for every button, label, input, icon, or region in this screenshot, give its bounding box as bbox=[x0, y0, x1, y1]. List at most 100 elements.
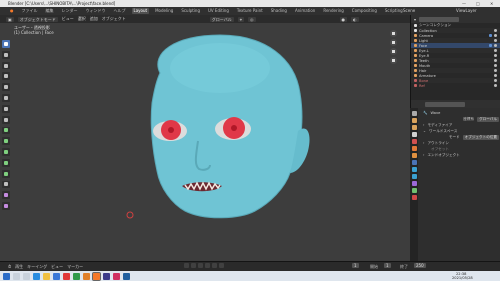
jump-end-icon[interactable] bbox=[219, 263, 224, 268]
transform-tool-icon[interactable] bbox=[2, 94, 10, 102]
editor-type-button[interactable]: ▣ bbox=[6, 16, 14, 22]
grid-view-icon[interactable] bbox=[389, 57, 397, 64]
menu-timeline-view[interactable]: ビュー bbox=[51, 264, 63, 270]
edge-browser-icon[interactable] bbox=[33, 272, 40, 280]
face-model[interactable] bbox=[0, 23, 410, 261]
properties-search-input[interactable] bbox=[425, 101, 465, 107]
tab-animation[interactable]: Animation bbox=[293, 8, 317, 14]
visibility-eye-icon[interactable] bbox=[494, 29, 497, 32]
3d-viewport[interactable]: ユーザー・透視投影 (1) Collection | Face bbox=[0, 23, 410, 261]
tab-compositing[interactable]: Compositing bbox=[350, 8, 379, 14]
file-explorer-icon[interactable] bbox=[43, 272, 50, 280]
shading-solid-icon[interactable]: ● bbox=[339, 16, 348, 22]
tab-shading[interactable]: Shading bbox=[269, 8, 289, 14]
scene-tab-icon[interactable] bbox=[411, 139, 417, 144]
physics-tab-icon[interactable] bbox=[411, 174, 417, 179]
end-frame-field[interactable]: 250 bbox=[414, 263, 426, 268]
timeline-editor-icon[interactable]: ⏱ bbox=[8, 264, 11, 269]
tab-modeling[interactable]: Modeling bbox=[153, 8, 175, 14]
shear-tool-icon[interactable] bbox=[2, 202, 10, 210]
render-tab-icon[interactable] bbox=[411, 118, 417, 123]
menu-view[interactable]: ビュー bbox=[62, 16, 74, 22]
visibility-eye-icon[interactable] bbox=[494, 44, 497, 47]
app-icon[interactable] bbox=[123, 272, 130, 280]
menu-add[interactable]: 追加 bbox=[90, 16, 98, 22]
mode-field-dropdown[interactable]: オブジェクトの位置 bbox=[462, 134, 499, 140]
play-reverse-icon[interactable] bbox=[198, 263, 203, 268]
output-tab-icon[interactable] bbox=[411, 125, 417, 130]
shading-material-icon[interactable]: ◐ bbox=[351, 16, 359, 22]
measure-tool-icon[interactable] bbox=[2, 115, 10, 124]
material-tab-icon[interactable] bbox=[411, 195, 417, 200]
visibility-eye-icon[interactable] bbox=[494, 54, 497, 57]
start-button-icon[interactable] bbox=[3, 272, 10, 280]
visibility-eye-icon[interactable] bbox=[494, 39, 497, 42]
tab-rendering[interactable]: Rendering bbox=[321, 8, 345, 14]
add-cube-tool-icon[interactable] bbox=[2, 126, 10, 135]
knife-tool-icon[interactable] bbox=[2, 180, 10, 189]
app-icon[interactable] bbox=[83, 272, 90, 280]
transform-orientation-dropdown[interactable]: グローバル bbox=[209, 16, 234, 22]
pan-hand-icon[interactable] bbox=[389, 39, 397, 46]
next-keyframe-icon[interactable] bbox=[212, 263, 217, 268]
zoom-icon[interactable] bbox=[389, 30, 397, 37]
menu-object[interactable]: オブジェクト bbox=[102, 16, 126, 22]
menu-render[interactable]: レンダー bbox=[60, 8, 80, 14]
app-icon[interactable] bbox=[103, 272, 110, 280]
snap-icon[interactable]: ⌖ bbox=[237, 16, 245, 22]
play-icon[interactable] bbox=[205, 263, 210, 268]
menu-help[interactable]: ヘルプ bbox=[112, 8, 128, 14]
outliner-search-input[interactable] bbox=[419, 16, 460, 22]
smooth-tool-icon[interactable] bbox=[2, 191, 10, 200]
menu-edit[interactable]: 編集 bbox=[44, 8, 56, 14]
cursor-tool-icon[interactable] bbox=[2, 50, 10, 59]
section-header[interactable]: › エンドオブジェクト bbox=[423, 152, 499, 158]
menu-file[interactable]: ファイル bbox=[20, 8, 40, 14]
loop-cut-tool-icon[interactable] bbox=[2, 169, 10, 178]
current-frame-field[interactable]: 1 bbox=[352, 263, 359, 268]
rotate-tool-icon[interactable] bbox=[2, 72, 10, 81]
bevel-tool-icon[interactable] bbox=[2, 158, 10, 167]
menu-window[interactable]: ウィンドウ bbox=[84, 8, 108, 14]
task-view-icon[interactable] bbox=[23, 272, 30, 280]
visibility-eye-icon[interactable] bbox=[494, 34, 497, 37]
move-tool-icon[interactable] bbox=[2, 61, 10, 70]
tab-uv-editing[interactable]: UV Editing bbox=[206, 8, 231, 14]
visibility-eye-icon[interactable] bbox=[494, 84, 497, 87]
blender-taskbar-icon[interactable] bbox=[92, 271, 101, 281]
menu-playback[interactable]: 再生 bbox=[15, 264, 23, 270]
scale-tool-icon[interactable] bbox=[2, 83, 10, 92]
inset-tool-icon[interactable] bbox=[2, 148, 10, 156]
outliner-item[interactable]: Ref bbox=[411, 83, 500, 88]
mode-dropdown[interactable]: オブジェクトモード bbox=[17, 16, 58, 22]
tab-sculpting[interactable]: Sculpting bbox=[179, 8, 202, 14]
modifier-tab-icon[interactable] bbox=[411, 160, 417, 165]
app-icon[interactable] bbox=[63, 272, 70, 280]
menu-keying[interactable]: キーイング bbox=[27, 264, 47, 270]
minimize-button[interactable]: — bbox=[462, 0, 466, 7]
tab-scripting[interactable]: Scripting bbox=[383, 8, 405, 14]
menu-select[interactable]: 選択 bbox=[78, 16, 86, 22]
visibility-eye-icon[interactable] bbox=[494, 74, 497, 77]
visibility-eye-icon[interactable] bbox=[494, 59, 497, 62]
prev-keyframe-icon[interactable] bbox=[191, 263, 196, 268]
viewlayer-selector[interactable]: ViewLayer bbox=[456, 8, 477, 13]
proportional-edit-icon[interactable]: ◎ bbox=[248, 16, 256, 22]
start-frame-field[interactable]: 1 bbox=[384, 263, 391, 268]
annotate-tool-icon[interactable] bbox=[2, 104, 10, 113]
world-tab-icon[interactable] bbox=[411, 146, 417, 151]
object-tab-icon[interactable] bbox=[411, 153, 417, 158]
jump-start-icon[interactable] bbox=[184, 263, 189, 268]
app-icon[interactable] bbox=[73, 272, 80, 280]
visibility-eye-icon[interactable] bbox=[494, 79, 497, 82]
constraints-tab-icon[interactable] bbox=[411, 181, 417, 186]
search-icon[interactable] bbox=[13, 272, 20, 280]
store-icon[interactable] bbox=[53, 272, 60, 280]
taskbar-date[interactable]: 2021/05/28 bbox=[452, 276, 473, 280]
extrude-tool-icon[interactable] bbox=[2, 137, 10, 146]
outliner-filter-icon[interactable]: ▾ bbox=[414, 17, 416, 22]
app-icon[interactable] bbox=[113, 272, 120, 280]
scene-selector[interactable]: Scene bbox=[403, 8, 415, 13]
camera-view-icon[interactable] bbox=[389, 48, 397, 55]
particles-tab-icon[interactable] bbox=[411, 167, 417, 172]
